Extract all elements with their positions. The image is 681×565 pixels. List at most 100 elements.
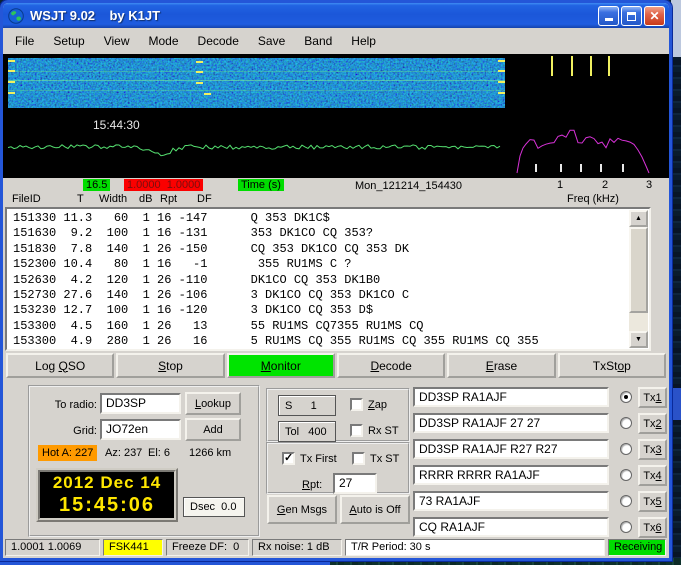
minimize-icon xyxy=(605,18,613,21)
close-icon: ✕ xyxy=(649,10,659,22)
sync-field[interactable]: S 1 xyxy=(278,395,336,416)
zap-label: Zap xyxy=(368,399,387,411)
clock-display: 2012 Dec 14 15:45:06 xyxy=(36,468,178,522)
scroll-thumb[interactable] xyxy=(629,227,648,313)
hot-azimuth-badge: Hot A: 227 xyxy=(38,445,97,461)
background-right-strip xyxy=(671,0,681,565)
freq-axis-label: Freq (kHz) xyxy=(567,193,619,205)
tx-st-label: Tx ST xyxy=(370,453,399,465)
auto-button[interactable]: Auto is Off xyxy=(340,495,410,524)
erase-button[interactable]: Erase xyxy=(447,353,555,378)
waterfall-panel[interactable]: 15:44:30 xyxy=(8,56,505,175)
menu-help[interactable]: Help xyxy=(351,34,376,48)
freq-ratios-panel: 1.0001 1.0069 xyxy=(5,539,100,556)
col-rpt: Rpt xyxy=(160,193,177,205)
minimize-button[interactable] xyxy=(598,6,619,26)
tx5-button[interactable]: Tx5 xyxy=(638,491,667,512)
stop-button[interactable]: Stop xyxy=(116,353,224,378)
file-label: Mon_121214_154430 xyxy=(355,180,462,192)
tx5-message-input[interactable]: 73 RA1AJF xyxy=(413,491,609,511)
window-title: WSJT 9.02 by K1JT xyxy=(30,8,160,23)
decode-button[interactable]: Decode xyxy=(337,353,445,378)
freq-tick-3: 3 xyxy=(646,179,652,191)
tx4-button[interactable]: Tx4 xyxy=(638,465,667,486)
tx-first-label: Tx First xyxy=(300,453,337,465)
dsec-box: Dsec 0.0 xyxy=(183,497,245,517)
ratio-indicator: 1.0000 1.0000 xyxy=(124,179,203,191)
tx-st-checkbox[interactable] xyxy=(352,452,365,465)
spectrum-trace xyxy=(514,56,660,175)
grid-input[interactable]: JO72en xyxy=(100,419,181,440)
tx4-message-input[interactable]: RRRR RRRR RA1AJF xyxy=(413,465,609,485)
maximize-button[interactable] xyxy=(621,6,642,26)
menu-save[interactable]: Save xyxy=(258,34,285,48)
tx1-button[interactable]: Tx1 xyxy=(638,387,667,408)
rpt-label: Rpt: xyxy=(302,479,322,491)
lookup-button[interactable]: Lookup xyxy=(185,392,241,415)
tx-radio-4[interactable] xyxy=(620,469,632,481)
zap-checkbox[interactable] xyxy=(350,398,363,411)
tx-radio-1[interactable] xyxy=(620,391,632,403)
tx6-button[interactable]: Tx6 xyxy=(638,517,667,538)
close-button[interactable]: ✕ xyxy=(644,6,665,26)
clock-time: 15:45:06 xyxy=(40,494,174,516)
globe-icon xyxy=(8,8,24,24)
action-button-row: Log QSO Stop Monitor Decode Erase TxStop xyxy=(6,353,666,378)
tr-period-panel: T/R Period: 30 s xyxy=(345,539,605,556)
menu-view[interactable]: View xyxy=(104,34,130,48)
freq-tick-2: 2 xyxy=(602,179,608,191)
decode-text: 151330 11.3 60 1 16 -147 Q 353 DK1C$ 151… xyxy=(7,209,649,350)
freeze-df-panel: Freeze DF: 0 xyxy=(166,539,249,556)
rx-st-label: Rx ST xyxy=(368,425,399,437)
decode-scrollbar[interactable]: ▲ ▼ xyxy=(629,210,648,348)
wsjt-window: WSJT 9.02 by K1JT ✕ File Setup View Mode… xyxy=(0,0,672,561)
tx-first-checkbox[interactable] xyxy=(282,452,295,465)
tx-radio-6[interactable] xyxy=(620,521,632,533)
rx-st-checkbox[interactable] xyxy=(350,424,363,437)
menu-setup[interactable]: Setup xyxy=(53,34,84,48)
distance-label: 1266 km xyxy=(189,447,231,459)
decode-area[interactable]: 151330 11.3 60 1 16 -147 Q 353 DK1C$ 151… xyxy=(5,207,651,351)
tol-field[interactable]: Tol 400 xyxy=(278,421,336,442)
add-button[interactable]: Add xyxy=(185,418,241,441)
scroll-up-icon[interactable]: ▲ xyxy=(629,210,648,227)
clock-date: 2012 Dec 14 xyxy=(40,472,174,494)
tx6-message-input[interactable]: CQ RA1AJF xyxy=(413,517,609,537)
col-db: dB xyxy=(139,193,152,205)
monitor-button[interactable]: Monitor xyxy=(227,353,335,378)
menu-decode[interactable]: Decode xyxy=(198,34,239,48)
background-right-top xyxy=(671,0,681,57)
rx-state-panel: Receiving xyxy=(608,539,666,556)
rpt-input[interactable]: 27 xyxy=(333,473,377,494)
level-indicator: 16.5 xyxy=(83,179,110,191)
tx1-message-input[interactable]: DD3SP RA1AJF xyxy=(413,387,609,407)
time-axis-label: Time (s) xyxy=(238,179,284,191)
txstop-button[interactable]: TxStop xyxy=(558,353,666,378)
to-radio-input[interactable]: DD3SP xyxy=(100,393,181,414)
maximize-icon xyxy=(627,12,636,21)
title-bar[interactable]: WSJT 9.02 by K1JT ✕ xyxy=(3,3,669,28)
col-width: Width xyxy=(99,193,127,205)
tx3-button[interactable]: Tx3 xyxy=(638,439,667,460)
menu-mode[interactable]: Mode xyxy=(149,34,179,48)
mode-panel: FSK441 xyxy=(103,539,163,556)
col-df: DF xyxy=(197,193,212,205)
tx2-message-input[interactable]: DD3SP RA1AJF 27 27 xyxy=(413,413,609,433)
col-fileid: FileID xyxy=(12,193,41,205)
tx-radio-5[interactable] xyxy=(620,495,632,507)
spectrum-panel[interactable] xyxy=(514,56,660,175)
col-t: T xyxy=(77,193,84,205)
signal-trace xyxy=(8,56,505,175)
tx-radio-3[interactable] xyxy=(620,443,632,455)
tx3-message-input[interactable]: DD3SP RA1AJF R27 R27 xyxy=(413,439,609,459)
scale-rows: 16.5 1.0000 1.0000 Time (s) Mon_121214_1… xyxy=(3,178,669,207)
rx-noise-panel: Rx noise: 1 dB xyxy=(252,539,342,556)
tx-radio-2[interactable] xyxy=(620,417,632,429)
gen-msgs-button[interactable]: Gen Msgs xyxy=(267,495,337,524)
log-qso-button[interactable]: Log QSO xyxy=(6,353,114,378)
menu-file[interactable]: File xyxy=(15,34,34,48)
tx2-button[interactable]: Tx2 xyxy=(638,413,667,434)
scroll-down-icon[interactable]: ▼ xyxy=(629,331,648,348)
menu-band[interactable]: Band xyxy=(304,34,332,48)
plot-area: 15:44:30 xyxy=(3,54,669,178)
